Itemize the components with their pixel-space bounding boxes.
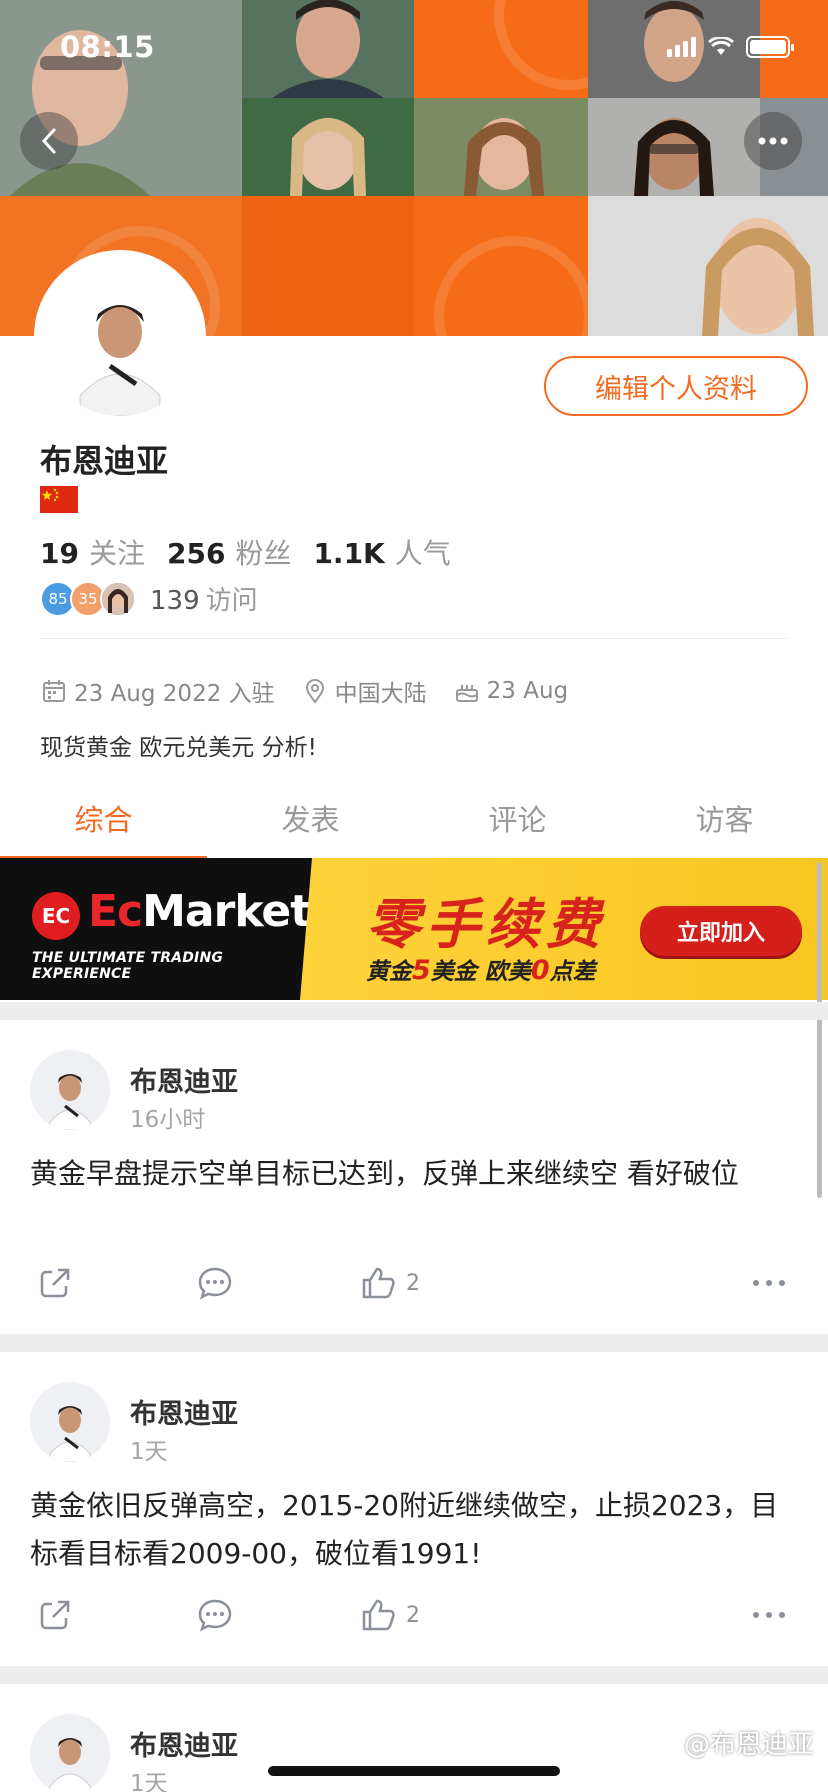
comment-button[interactable] [196,1264,234,1302]
joined-date: 23 Aug 2022 入驻 [74,681,275,707]
cover-pattern [414,0,588,98]
cover-photo [242,98,414,196]
tab-visitors[interactable]: 访客 [621,780,828,856]
visit-count: 139 [150,586,200,616]
cover-photo [588,196,828,336]
profile-meta: 23 Aug 2022 入驻 中国大陆 23 Aug [40,674,594,708]
post-author-avatar[interactable] [30,1050,110,1130]
post-actions: 2 [0,1264,828,1314]
followers-count[interactable]: 256 [167,537,225,570]
ecmarkets-logo: EC [32,892,80,940]
birthday: 23 Aug [486,678,569,704]
share-icon [40,1268,70,1298]
birthday-cake-icon [455,685,478,702]
tab-overview[interactable]: 综合 [0,780,207,860]
calendar-icon [43,680,65,702]
wifi-icon [708,37,734,55]
cover-photo [414,98,588,196]
popularity-label: 人气 [394,537,451,570]
ad-subline: 黄金5美金 欧美0点差 [366,955,596,986]
ad-headline: 零手续费 [366,893,606,956]
post-author-avatar[interactable] [30,1382,110,1462]
cover-pattern [242,196,414,336]
like-count: 2 [406,1270,420,1296]
profile-avatar[interactable] [40,256,200,416]
like-button[interactable]: 2 [360,1264,420,1302]
more-horizontal-icon [753,1280,785,1286]
followers-label[interactable]: 粉丝 [235,532,291,572]
profile-bio: 现货黄金 欧元兑美元 分析! [40,735,317,761]
signal-icon [667,37,696,57]
more-options-button[interactable] [744,112,802,170]
comment-icon [198,1599,232,1632]
comment-icon [198,1267,232,1300]
post-more-button[interactable] [750,1264,788,1302]
post-author-name[interactable]: 布恩迪亚 [130,1060,238,1099]
more-horizontal-icon [758,137,788,145]
like-count: 2 [406,1602,420,1628]
feed-separator [0,1002,828,1020]
share-button[interactable] [36,1264,74,1302]
location-pin-icon [305,679,324,704]
share-button[interactable] [36,1596,74,1634]
post-content[interactable]: 黄金早盘提示空单目标已达到，反弹上来继续空 看好破位 [30,1150,796,1198]
thumbs-up-icon [362,1267,395,1299]
post-more-button[interactable] [750,1596,788,1634]
post-author-name[interactable]: 布恩迪亚 [130,1724,238,1763]
post-author-name[interactable]: 布恩迪亚 [130,1392,238,1431]
post-time: 1天 [130,1771,168,1792]
following-label[interactable]: 关注 [89,532,145,572]
watermark: @布恩迪亚 [683,1730,814,1760]
home-indicator[interactable] [268,1766,560,1776]
profile-stats: 19 关注 256 粉丝 1.1K 人气 [40,532,463,572]
post-time: 16小时 [130,1107,206,1133]
scrollbar[interactable] [817,862,822,1198]
ad-join-button[interactable]: 立即加入 [640,906,802,956]
ad-brand-panel: EC EcMarkets THE ULTIMATE TRADING EXPERI… [0,858,336,1000]
divider [40,638,788,639]
visitor-avatar [100,580,136,617]
chevron-left-icon [41,128,56,154]
visit-label: 访问 [205,586,258,616]
cover-photo [588,98,760,196]
cover-photo [242,0,414,98]
china-flag-icon [40,486,78,513]
battery-icon [746,36,794,58]
cover-pattern [414,196,588,336]
share-icon [40,1600,70,1630]
thumbs-up-icon [362,1599,395,1631]
location: 中国大陆 [334,681,427,707]
visitors-row[interactable]: 85 35 139 访问 [40,580,258,617]
comment-button[interactable] [196,1596,234,1634]
feed-separator [0,1334,828,1352]
profile-name: 布恩迪亚 [40,442,169,480]
ad-brand-name: EcMarkets [88,886,336,937]
tab-comments[interactable]: 评论 [414,780,621,856]
post-time: 1天 [130,1439,168,1465]
feed-separator [0,1666,828,1684]
ad-tagline: THE ULTIMATE TRADING EXPERIENCE [32,950,224,982]
status-time: 08:15 [60,30,155,64]
more-horizontal-icon [753,1612,785,1618]
popularity-count: 1.1K [313,537,385,570]
back-button[interactable] [20,112,78,170]
tab-posts[interactable]: 发表 [207,780,414,856]
status-icons [667,36,794,58]
post-actions: 2 [0,1596,828,1646]
profile-tabs: 综合 发表 评论 访客 [0,780,828,860]
like-button[interactable]: 2 [360,1596,420,1634]
following-count[interactable]: 19 [40,537,79,570]
ad-banner[interactable]: EC EcMarkets THE ULTIMATE TRADING EXPERI… [0,858,828,1000]
edit-profile-button[interactable]: 编辑个人资料 [544,356,808,416]
post-content[interactable]: 黄金依旧反弹高空，2015-20附近继续做空，止损2023，目标看目标看2009… [30,1482,796,1578]
post-author-avatar[interactable] [30,1714,110,1792]
